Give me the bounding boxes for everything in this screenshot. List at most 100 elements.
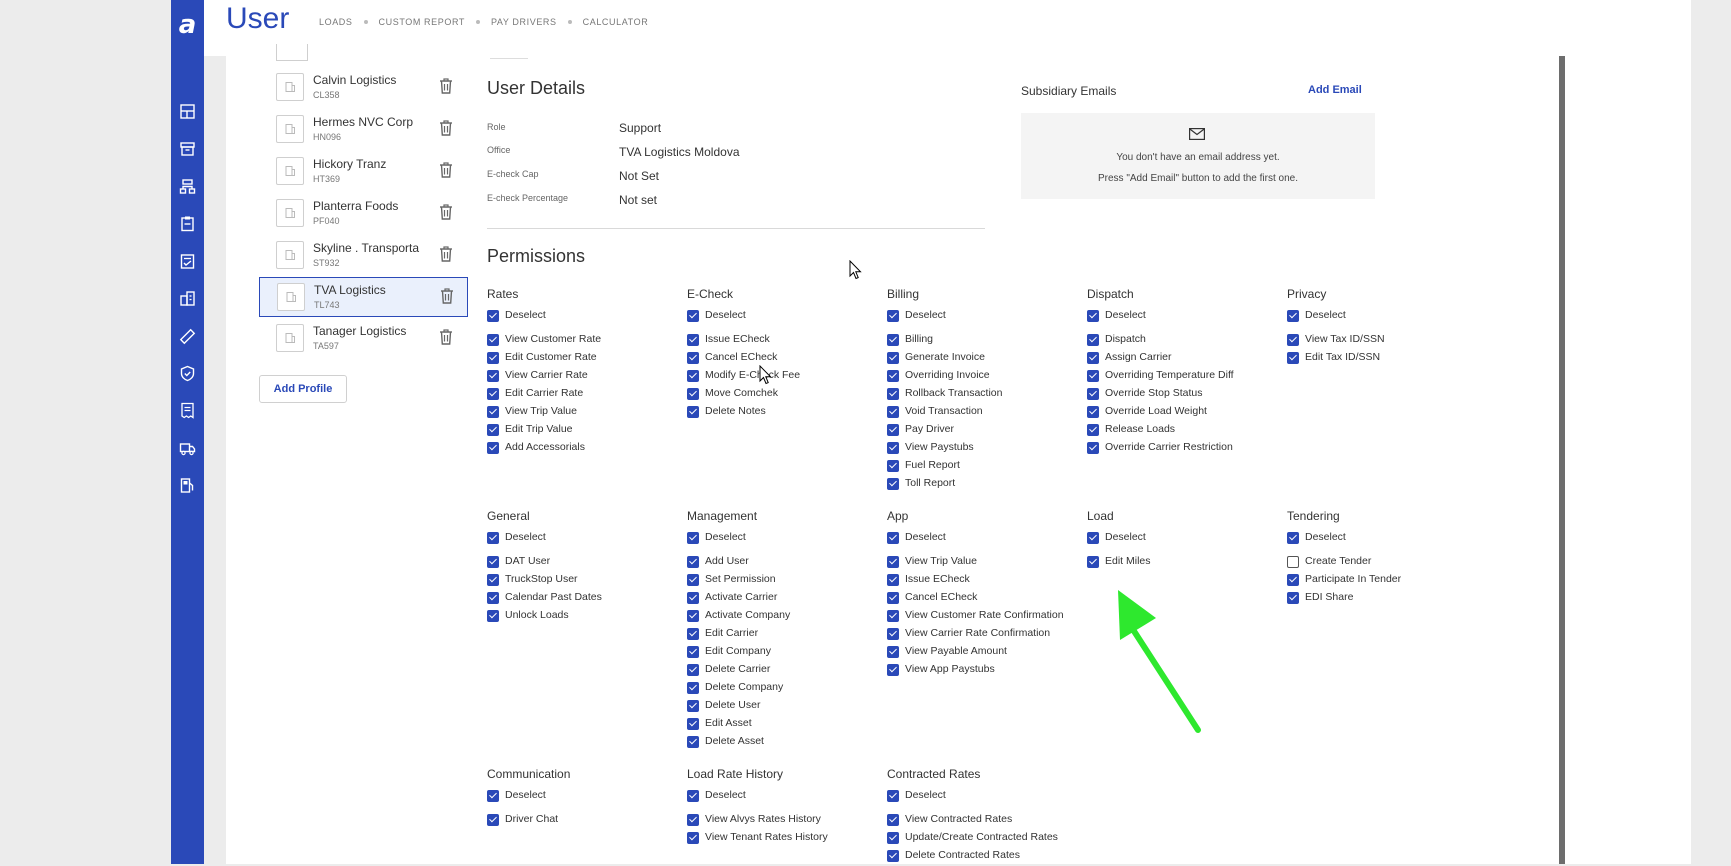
checkbox-checked-icon[interactable] [687,790,699,802]
checkbox-checked-icon[interactable] [887,610,899,622]
delete-profile-icon[interactable] [439,204,453,220]
receipt-icon[interactable] [179,402,196,419]
profile-item[interactable]: Tanager Logistics TA597 [259,319,468,359]
checkbox-checked-icon[interactable] [887,532,899,544]
checkbox-checked-icon[interactable] [1287,574,1299,586]
permission-checkbox[interactable]: Delete Asset [687,734,764,752]
profile-item[interactable]: Calvin Logistics CL358 [259,68,468,108]
checkbox-checked-icon[interactable] [887,814,899,826]
checkbox-checked-icon[interactable] [887,352,899,364]
checkbox-checked-icon[interactable] [687,814,699,826]
permission-checkbox[interactable]: Activate Company [687,608,790,626]
permission-checkbox[interactable]: Edit Asset [687,716,757,734]
checkbox-checked-icon[interactable] [687,664,699,676]
checkbox-checked-icon[interactable] [687,574,699,586]
fuel-icon[interactable] [179,477,196,494]
permission-checkbox[interactable]: Issue ECheck [887,572,970,590]
deselect-all-checkbox[interactable]: Deselect [887,530,946,548]
checkbox-checked-icon[interactable] [487,610,499,622]
permission-checkbox[interactable]: View Tenant Rates History [687,830,828,848]
permission-checkbox[interactable]: View Payable Amount [887,644,1007,662]
delete-profile-icon[interactable] [439,162,453,178]
dashboard-icon[interactable] [179,103,196,120]
checkbox-checked-icon[interactable] [1087,334,1099,346]
permission-checkbox[interactable]: View Trip Value [487,404,577,422]
checkbox-checked-icon[interactable] [687,310,699,322]
checkbox-checked-icon[interactable] [687,646,699,658]
checkbox-checked-icon[interactable] [487,406,499,418]
permission-checkbox[interactable]: Edit Tax ID/SSN [1287,350,1380,368]
permission-checkbox[interactable]: Edit Carrier [687,626,758,644]
permission-checkbox[interactable]: Override Carrier Restriction [1087,440,1233,458]
deselect-all-checkbox[interactable]: Deselect [487,788,570,806]
delete-profile-icon[interactable] [439,120,453,136]
permission-checkbox[interactable]: Modify E-Check Fee [687,368,800,386]
checkbox-checked-icon[interactable] [1087,442,1099,454]
checkbox-checked-icon[interactable] [887,478,899,490]
app-logo[interactable]: a [171,8,204,42]
checkbox-checked-icon[interactable] [887,628,899,640]
deselect-all-checkbox[interactable]: Deselect [487,530,546,548]
permission-checkbox[interactable]: Billing [887,332,933,350]
deselect-all-checkbox[interactable]: Deselect [887,788,980,806]
checkbox-checked-icon[interactable] [1087,424,1099,436]
permission-checkbox[interactable]: View Paystubs [887,440,974,458]
checkbox-checked-icon[interactable] [487,310,499,322]
nav-link-calculator[interactable]: CALCULATOR [583,17,649,27]
checkbox-checked-icon[interactable] [687,352,699,364]
checkbox-checked-icon[interactable] [687,556,699,568]
checkbox-checked-icon[interactable] [887,310,899,322]
delete-profile-icon[interactable] [439,78,453,94]
checkbox-checked-icon[interactable] [687,628,699,640]
permission-checkbox[interactable]: Release Loads [1087,422,1175,440]
checkbox-checked-icon[interactable] [1087,310,1099,322]
checkbox-checked-icon[interactable] [487,424,499,436]
checkbox-checked-icon[interactable] [1087,388,1099,400]
checkbox-checked-icon[interactable] [687,610,699,622]
permission-checkbox[interactable]: Edit Customer Rate [487,350,597,368]
checkbox-checked-icon[interactable] [487,574,499,586]
permission-checkbox[interactable]: EDI Share [1287,590,1353,608]
checkbox-checked-icon[interactable] [1087,532,1099,544]
checkbox-checked-icon[interactable] [887,664,899,676]
checklist-icon[interactable] [179,253,196,270]
permission-checkbox[interactable]: Edit Carrier Rate [487,386,583,404]
permission-checkbox[interactable]: Cancel ECheck [887,590,977,608]
checkbox-checked-icon[interactable] [487,556,499,568]
permission-checkbox[interactable]: View Carrier Rate Confirmation [887,626,1050,644]
permission-checkbox[interactable]: Delete User [687,698,760,716]
checkbox-checked-icon[interactable] [687,370,699,382]
checkbox-checked-icon[interactable] [687,718,699,730]
ruler-icon[interactable] [179,328,196,345]
permission-checkbox[interactable]: View Carrier Rate [487,368,588,386]
permission-checkbox[interactable]: Cancel ECheck [687,350,777,368]
checkbox-checked-icon[interactable] [487,532,499,544]
checkbox-checked-icon[interactable] [1287,532,1299,544]
profile-item[interactable]: Hermes NVC Corp HN096 [259,110,468,150]
permission-checkbox[interactable]: Edit Company [687,644,771,662]
permission-checkbox[interactable]: Fuel Report [887,458,960,476]
checkbox-checked-icon[interactable] [687,832,699,844]
delete-profile-icon[interactable] [440,288,454,304]
checkbox-checked-icon[interactable] [687,334,699,346]
checkbox-checked-icon[interactable] [487,814,499,826]
checkbox-checked-icon[interactable] [687,406,699,418]
deselect-all-checkbox[interactable]: Deselect [487,308,546,326]
permission-checkbox[interactable]: View Alvys Rates History [687,812,821,830]
checkbox-checked-icon[interactable] [487,352,499,364]
permission-checkbox[interactable]: Rollback Transaction [887,386,1002,404]
archive-icon[interactable] [179,140,196,157]
permission-checkbox[interactable]: Add User [687,554,757,572]
permission-checkbox[interactable]: Override Load Weight [1087,404,1207,422]
checkbox-checked-icon[interactable] [1287,334,1299,346]
checkbox-unchecked-icon[interactable] [1287,556,1299,568]
nav-link-loads[interactable]: LOADS [319,17,353,27]
deselect-all-checkbox[interactable]: Deselect [687,788,783,806]
permission-checkbox[interactable]: DAT User [487,554,550,572]
checkbox-checked-icon[interactable] [1287,352,1299,364]
permission-checkbox[interactable]: Add Accessorials [487,440,585,458]
permission-checkbox[interactable]: View Customer Rate [487,332,601,350]
deselect-all-checkbox[interactable]: Deselect [687,530,757,548]
checkbox-checked-icon[interactable] [887,850,899,862]
checkbox-checked-icon[interactable] [1287,592,1299,604]
